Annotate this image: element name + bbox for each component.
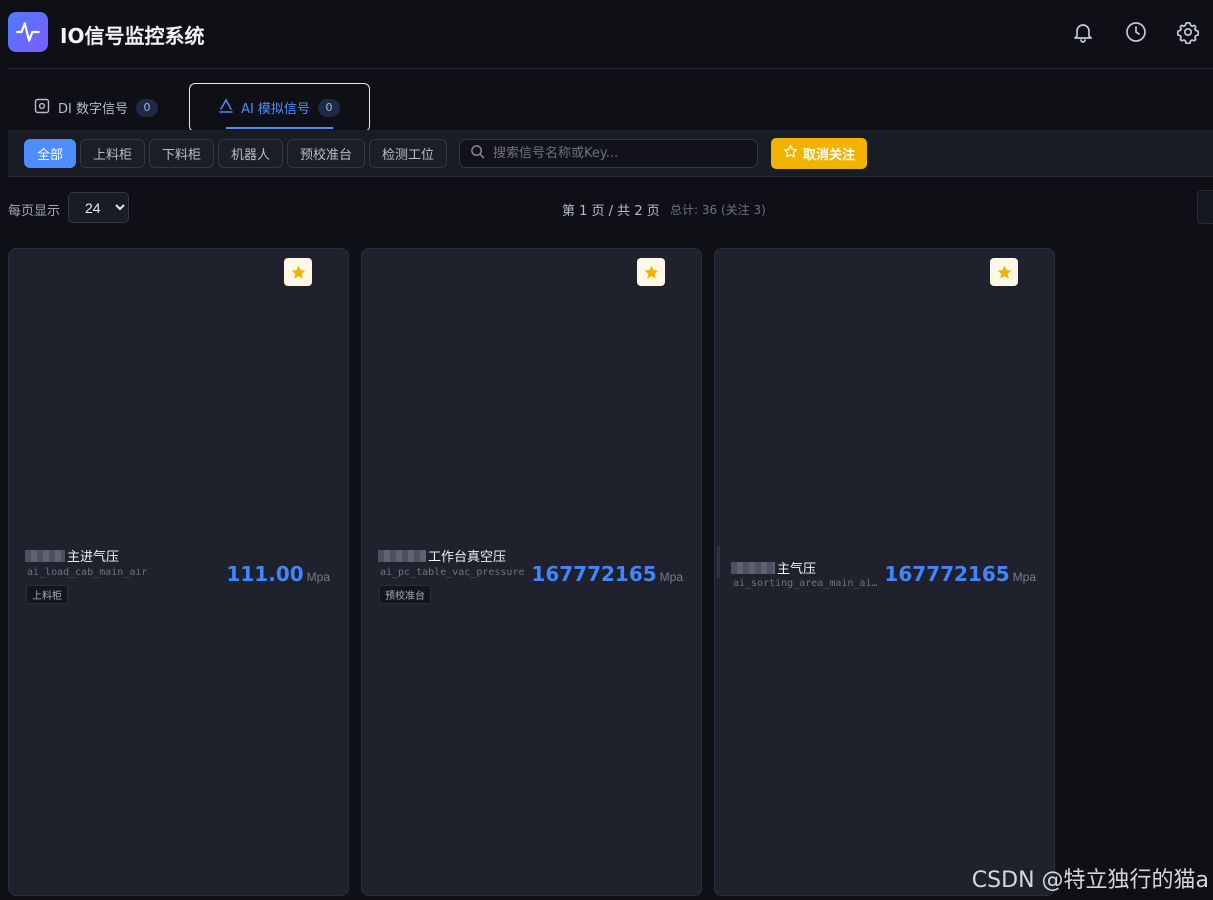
- filter-chip-all[interactable]: 全部: [24, 139, 77, 168]
- signal-card[interactable]: 工作台真空压 ai_pc_table_vac_pressure 预校准台 167…: [361, 248, 702, 896]
- signal-value: 111.00 Mpa: [226, 562, 330, 586]
- app-header: IO信号监控系统: [0, 0, 1213, 68]
- signal-value-unit: Mpa: [659, 570, 683, 584]
- total-info: 总计: 36 (关注 3): [670, 203, 766, 217]
- search-input[interactable]: [493, 146, 743, 161]
- tab-ai-analog[interactable]: AI 模拟信号 0: [189, 83, 370, 132]
- signal-name: 主进气压: [67, 550, 120, 565]
- square-dot-icon: [34, 98, 50, 118]
- signal-value-number: 167772165: [531, 562, 657, 586]
- favorite-star-button[interactable]: [284, 258, 312, 286]
- unfollow-button[interactable]: 取消关注: [771, 138, 868, 169]
- redacted-text: [731, 561, 775, 574]
- signal-name-row: 主气压: [731, 558, 816, 577]
- app-title: IO信号监控系统: [60, 24, 205, 48]
- filter-chip-inspection[interactable]: 检测工位: [369, 139, 448, 168]
- per-page-label: 每页显示: [8, 204, 61, 219]
- star-filled-icon: [644, 265, 658, 279]
- signal-value-number: 167772165: [884, 562, 1010, 586]
- signal-name-row: 工作台真空压: [378, 546, 506, 565]
- analog-icon: [219, 97, 233, 118]
- redacted-text: [25, 549, 65, 562]
- csdn-watermark: CSDN @特立独行的猫a: [971, 868, 1209, 893]
- active-tab-indicator: [226, 127, 333, 129]
- tab-di-label: DI 数字信号: [58, 102, 128, 117]
- view-toggle-button[interactable]: [1197, 190, 1213, 224]
- filter-chip-unload-cabinet[interactable]: 下料柜: [149, 139, 215, 168]
- star-outline-icon: [783, 144, 798, 163]
- search-box: [459, 139, 758, 168]
- signal-group-tag: 预校准台: [379, 585, 431, 604]
- star-filled-icon: [291, 265, 305, 279]
- status-indicator: [717, 545, 720, 579]
- page-info: 第 1 页 / 共 2 页: [562, 204, 660, 219]
- header-divider: [8, 68, 1213, 69]
- signal-group-tag: 上料柜: [26, 585, 68, 604]
- star-filled-icon: [997, 265, 1011, 279]
- signal-key: ai_load_cab_main_air: [27, 567, 148, 578]
- signal-card[interactable]: 主进气压 ai_load_cab_main_air 上料柜 111.00 Mpa: [8, 248, 349, 896]
- tab-di-digital[interactable]: DI 数字信号 0: [28, 83, 164, 132]
- signal-name: 工作台真空压: [428, 550, 507, 565]
- signal-key: ai_pc_table_vac_pressure: [380, 567, 525, 578]
- redacted-text: [378, 549, 426, 562]
- signal-value: 167772165 Mpa: [531, 562, 683, 586]
- signal-value-number: 111.00: [226, 562, 304, 586]
- signal-card[interactable]: 主气压 ai_sorting_area_main_ai… 167772165 M…: [714, 248, 1055, 896]
- gear-icon[interactable]: [1176, 20, 1200, 45]
- clock-icon[interactable]: [1124, 20, 1148, 44]
- filter-chip-robot[interactable]: 机器人: [218, 139, 284, 168]
- signal-name-row: 主进气压: [25, 546, 119, 565]
- tab-ai-count-badge: 0: [317, 98, 340, 117]
- signal-name: 主气压: [777, 562, 817, 577]
- signal-value-unit: Mpa: [1012, 570, 1036, 584]
- favorite-star-button[interactable]: [637, 258, 665, 286]
- tab-ai-label: AI 模拟信号: [241, 102, 310, 117]
- bell-icon[interactable]: [1071, 20, 1095, 44]
- pulse-logo-icon: [8, 12, 48, 52]
- favorite-star-button[interactable]: [990, 258, 1018, 286]
- filter-chip-load-cabinet[interactable]: 上料柜: [80, 139, 146, 168]
- unfollow-label: 取消关注: [803, 148, 856, 163]
- signal-value-unit: Mpa: [306, 570, 330, 584]
- signal-key: ai_sorting_area_main_ai…: [733, 578, 878, 589]
- tab-di-count-badge: 0: [135, 98, 158, 117]
- search-icon: [470, 144, 485, 164]
- per-page-select[interactable]: 12 24 48: [68, 192, 129, 223]
- signal-value: 167772165 Mpa: [884, 562, 1036, 586]
- filter-bar: 全部 上料柜 下料柜 机器人 预校准台 检测工位 取消关注: [8, 130, 1213, 177]
- filter-chip-precalibration[interactable]: 预校准台: [287, 139, 366, 168]
